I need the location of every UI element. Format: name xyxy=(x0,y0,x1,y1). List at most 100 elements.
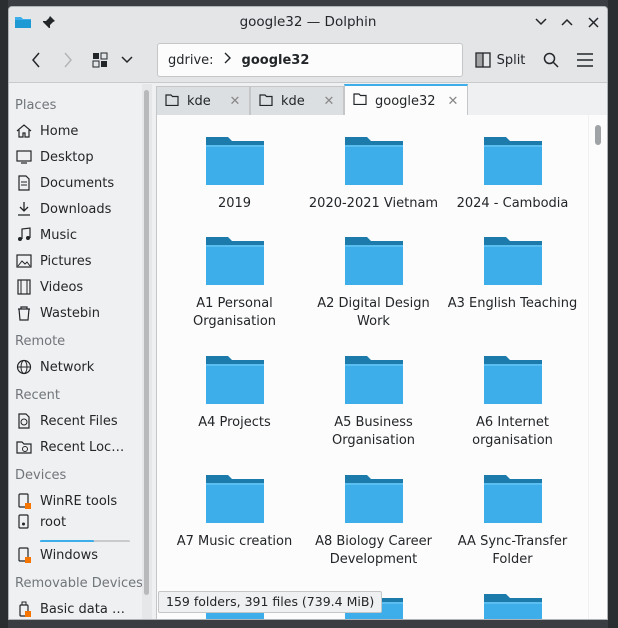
maximize-button[interactable] xyxy=(557,12,577,32)
search-icon xyxy=(543,52,559,68)
view-mode-icon[interactable] xyxy=(89,47,111,73)
tab-label: kde xyxy=(281,94,305,109)
drive-icon xyxy=(16,493,32,509)
sidebar-item-pictures[interactable]: Pictures xyxy=(9,248,143,274)
folder-item[interactable]: A8 Biology Career Development xyxy=(304,471,443,569)
folder-icon xyxy=(483,237,542,285)
back-button[interactable] xyxy=(21,47,51,73)
desktop-icon xyxy=(16,149,32,165)
folder-icon xyxy=(483,356,542,404)
folder-name: 2020-2021 Vietnam xyxy=(308,196,439,211)
recent-files-icon xyxy=(16,413,32,429)
folder-name: A5 Business Organisation xyxy=(331,415,416,448)
breadcrumb[interactable]: gdrive: google32 xyxy=(157,43,463,77)
search-button[interactable] xyxy=(537,47,565,73)
desktop-background-right xyxy=(608,0,618,628)
section-places: Places xyxy=(15,98,57,113)
section-remote: Remote xyxy=(15,334,66,349)
folder-item[interactable]: A4 Projects xyxy=(165,352,304,432)
folder-icon xyxy=(483,475,542,523)
folder-item[interactable]: A6 Internet organisation xyxy=(443,352,582,450)
videos-icon xyxy=(16,279,32,295)
sidebar-item-music[interactable]: Music xyxy=(9,222,143,248)
sidebar-item-root[interactable]: root xyxy=(9,514,143,542)
app-folder-icon[interactable] xyxy=(13,12,33,32)
folder-icon xyxy=(165,93,179,110)
folder-item[interactable]: A3 English Teaching xyxy=(443,233,582,313)
pictures-icon xyxy=(16,253,32,269)
folder-item[interactable]: 2024 - Cambodia xyxy=(443,133,582,213)
places-sidebar: Places Home Desktop Documents Downloads … xyxy=(9,84,143,619)
minimize-button[interactable] xyxy=(531,12,551,32)
sidebar-item-recent-locations[interactable]: Recent Locat… xyxy=(9,434,143,460)
folder-item[interactable]: A7 Music creation xyxy=(165,471,304,551)
sidebar-item-network[interactable]: Network xyxy=(9,354,143,380)
folder-name: A2 Digital Design Work xyxy=(317,296,430,329)
section-devices: Devices xyxy=(15,468,67,483)
close-tab-icon[interactable]: ✕ xyxy=(447,94,459,109)
usb-drive-icon xyxy=(16,601,32,617)
folder-icon xyxy=(483,137,542,185)
tab-kde-1[interactable]: kde ✕ xyxy=(156,86,250,116)
desktop-background-left xyxy=(0,0,8,628)
status-bar: 159 folders, 391 files (739.4 MiB) xyxy=(158,591,383,613)
folder-name: A1 Personal Organisation xyxy=(192,296,277,329)
folder-item[interactable]: A5 Business Organisation xyxy=(304,352,443,450)
titlebar[interactable]: google32 — Dolphin xyxy=(9,7,607,37)
tab-google32[interactable]: google32 ✕ xyxy=(344,84,468,116)
sidebar-item-home[interactable]: Home xyxy=(9,118,143,144)
sidebar-item-wastebin[interactable]: Wastebin xyxy=(9,300,143,326)
close-button[interactable] xyxy=(583,12,603,32)
folder-item[interactable]: 2019 xyxy=(165,133,304,213)
folder-name: 2019 xyxy=(217,196,252,211)
window-title: google32 — Dolphin xyxy=(239,14,377,30)
folder-name: A8 Biology Career Development xyxy=(315,534,432,567)
split-button[interactable]: Split xyxy=(471,47,529,73)
folder-icon xyxy=(344,237,403,285)
view-scrollbar-thumb[interactable] xyxy=(595,125,601,145)
sidebar-item-recent-files[interactable]: Recent Files xyxy=(9,408,143,434)
folder-item[interactable]: 2020-2021 Vietnam xyxy=(304,133,443,213)
section-recent: Recent xyxy=(15,388,60,403)
view-mode-dropdown-icon[interactable] xyxy=(117,47,137,73)
music-icon xyxy=(16,227,32,243)
view-scrollbar[interactable] xyxy=(589,115,607,619)
hamburger-icon xyxy=(577,53,593,67)
disk-usage-bar xyxy=(40,540,130,542)
breadcrumb-root[interactable]: gdrive: xyxy=(168,53,214,68)
close-tab-icon[interactable]: ✕ xyxy=(323,94,335,109)
folder-item[interactable]: AA Sync-Transfer Folder xyxy=(443,471,582,569)
folder-icon xyxy=(205,237,264,285)
hamburger-menu-button[interactable] xyxy=(571,47,599,73)
sidebar-item-documents[interactable]: Documents xyxy=(9,170,143,196)
pin-icon[interactable] xyxy=(39,12,59,32)
folder-name: A6 Internet organisation xyxy=(472,415,553,448)
breadcrumb-current[interactable]: google32 xyxy=(242,53,310,68)
folder-item[interactable]: A1 Personal Organisation xyxy=(165,233,304,331)
sidebar-item-desktop[interactable]: Desktop xyxy=(9,144,143,170)
close-tab-icon[interactable]: ✕ xyxy=(229,94,241,109)
drive-icon xyxy=(16,514,32,530)
split-label: Split xyxy=(496,52,526,68)
network-icon xyxy=(16,359,32,375)
sidebar-item-windows[interactable]: Windows xyxy=(9,542,143,568)
file-view[interactable]: 2019 2020-2021 Vietnam 2024 - Cambodia A1 P… xyxy=(156,115,588,619)
tab-kde-2[interactable]: kde ✕ xyxy=(250,86,344,116)
sidebar-item-basic-data[interactable]: Basic data p… xyxy=(9,596,143,619)
section-removable-devices: Removable Devices xyxy=(15,576,143,591)
sidebar-item-videos[interactable]: Videos xyxy=(9,274,143,300)
home-icon xyxy=(16,123,32,139)
forward-button[interactable] xyxy=(53,47,83,73)
chevron-right-icon xyxy=(224,52,232,68)
folder-item[interactable] xyxy=(443,590,582,619)
folder-icon xyxy=(205,475,264,523)
sidebar-item-winre-tools[interactable]: WinRE tools xyxy=(9,488,143,514)
tab-label: google32 xyxy=(375,93,436,109)
folder-item[interactable]: A2 Digital Design Work xyxy=(304,233,443,331)
downloads-icon xyxy=(16,201,32,217)
sidebar-scrollbar-thumb[interactable] xyxy=(144,90,149,595)
drive-icon xyxy=(16,547,32,563)
tab-label: kde xyxy=(187,94,211,109)
sidebar-item-downloads[interactable]: Downloads xyxy=(9,196,143,222)
sidebar-scrollbar[interactable] xyxy=(142,84,152,619)
